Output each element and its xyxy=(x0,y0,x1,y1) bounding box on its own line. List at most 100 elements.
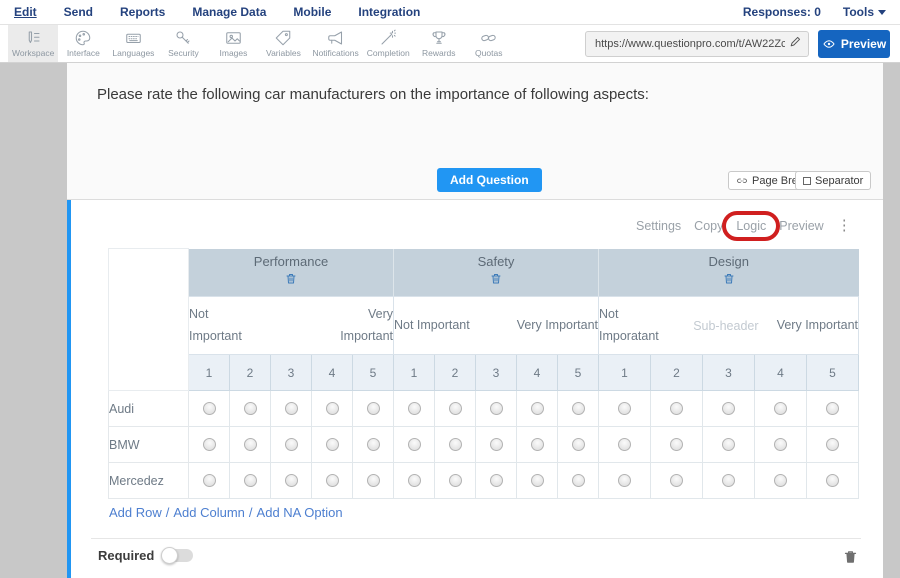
column-group-performance[interactable]: Performance xyxy=(189,249,394,297)
toolbar-item-images[interactable]: Images xyxy=(208,25,258,62)
radio-button[interactable] xyxy=(285,438,298,451)
delete-column-icon[interactable] xyxy=(394,272,598,290)
radio-button[interactable] xyxy=(490,402,503,415)
radio-button[interactable] xyxy=(670,402,683,415)
sub-header-cell[interactable]: Not Important Very Important xyxy=(189,297,394,355)
radio-button[interactable] xyxy=(572,402,585,415)
pencil-icon[interactable] xyxy=(789,35,802,53)
radio-button[interactable] xyxy=(367,402,380,415)
radio-button[interactable] xyxy=(618,438,631,451)
toolbar-item-quotas[interactable]: Quotas xyxy=(464,25,514,62)
scale-value: 1 xyxy=(394,355,435,391)
toolbar-item-completion[interactable]: Completion xyxy=(363,25,414,62)
radio-button[interactable] xyxy=(449,438,462,451)
radio-button[interactable] xyxy=(490,438,503,451)
add-row-link[interactable]: Add Row xyxy=(109,505,162,520)
logic-action[interactable]: Logic xyxy=(736,219,766,233)
radio-button[interactable] xyxy=(572,474,585,487)
radio-button[interactable] xyxy=(244,474,257,487)
copy-action[interactable]: Copy xyxy=(694,219,723,233)
radio-button[interactable] xyxy=(285,402,298,415)
radio-button[interactable] xyxy=(531,438,544,451)
radio-button[interactable] xyxy=(203,402,216,415)
radio-button[interactable] xyxy=(367,438,380,451)
radio-button[interactable] xyxy=(326,474,339,487)
radio-button[interactable] xyxy=(531,474,544,487)
radio-button[interactable] xyxy=(670,474,683,487)
nav-item-mobile[interactable]: Mobile xyxy=(293,5,331,19)
row-label[interactable]: BMW xyxy=(109,427,189,463)
add-column-link[interactable]: Add Column xyxy=(173,505,245,520)
nav-item-edit[interactable]: Edit xyxy=(14,5,37,19)
radio-button[interactable] xyxy=(244,438,257,451)
toolbar-item-workspace[interactable]: Workspace xyxy=(8,25,58,62)
radio-button[interactable] xyxy=(722,402,735,415)
radio-button[interactable] xyxy=(326,438,339,451)
sub-header-cell[interactable]: Not Important Very Important xyxy=(394,297,599,355)
sub-header-cell[interactable]: Not Imporatant Sub-header Very Important xyxy=(599,297,859,355)
radio-button[interactable] xyxy=(722,474,735,487)
tools-menu[interactable]: Tools xyxy=(843,5,886,19)
chevron-down-icon xyxy=(878,10,886,15)
delete-question-icon[interactable] xyxy=(843,548,858,570)
matrix-cell xyxy=(807,463,859,499)
radio-button[interactable] xyxy=(408,474,421,487)
preview-button[interactable]: Preview xyxy=(818,30,890,58)
row-label[interactable]: Audi xyxy=(109,391,189,427)
toolbar-item-rewards[interactable]: Rewards xyxy=(414,25,464,62)
radio-button[interactable] xyxy=(572,438,585,451)
nav-item-send[interactable]: Send xyxy=(64,5,93,19)
toolbar-item-interface[interactable]: Interface xyxy=(58,25,108,62)
delete-column-icon[interactable] xyxy=(189,272,393,290)
radio-button[interactable] xyxy=(722,438,735,451)
radio-button[interactable] xyxy=(774,438,787,451)
question-text[interactable]: Please rate the following car manufactur… xyxy=(97,86,649,103)
radio-button[interactable] xyxy=(244,402,257,415)
radio-button[interactable] xyxy=(449,402,462,415)
delete-column-icon[interactable] xyxy=(599,272,859,290)
separator-button[interactable]: Separator xyxy=(795,171,871,190)
matrix-cell xyxy=(599,463,651,499)
toolbar-item-security[interactable]: Security xyxy=(158,25,208,62)
add-na-option-link[interactable]: Add NA Option xyxy=(257,505,343,520)
toolbar-item-variables[interactable]: Variables xyxy=(258,25,308,62)
column-group-design[interactable]: Design xyxy=(599,249,859,297)
radio-button[interactable] xyxy=(670,438,683,451)
radio-button[interactable] xyxy=(826,402,839,415)
toolbar-item-label: Interface xyxy=(67,48,100,58)
toggle-knob[interactable] xyxy=(161,547,178,564)
toolbar-item-notifications[interactable]: Notifications xyxy=(308,25,362,62)
nav-item-manage-data[interactable]: Manage Data xyxy=(192,5,266,19)
overflow-menu-icon[interactable]: ⋮ xyxy=(837,218,852,233)
radio-button[interactable] xyxy=(531,402,544,415)
radio-button[interactable] xyxy=(367,474,380,487)
radio-button[interactable] xyxy=(774,474,787,487)
radio-button[interactable] xyxy=(408,438,421,451)
radio-button[interactable] xyxy=(618,474,631,487)
add-question-button[interactable]: Add Question xyxy=(437,168,542,192)
radio-button[interactable] xyxy=(774,402,787,415)
column-group-safety[interactable]: Safety xyxy=(394,249,599,297)
radio-button[interactable] xyxy=(285,474,298,487)
required-toggle[interactable] xyxy=(163,549,193,562)
matrix-cell xyxy=(394,427,435,463)
radio-button[interactable] xyxy=(618,402,631,415)
nav-item-integration[interactable]: Integration xyxy=(358,5,420,19)
radio-button[interactable] xyxy=(449,474,462,487)
radio-button[interactable] xyxy=(408,402,421,415)
radio-button[interactable] xyxy=(203,474,216,487)
settings-action[interactable]: Settings xyxy=(636,219,681,233)
radio-button[interactable] xyxy=(490,474,503,487)
survey-url-field[interactable]: https://www.questionpro.com/t/AW22ZcC xyxy=(585,31,809,57)
nav-item-reports[interactable]: Reports xyxy=(120,5,165,19)
matrix-cell xyxy=(517,391,558,427)
row-label[interactable]: Mercedez xyxy=(109,463,189,499)
toolbar-item-languages[interactable]: Languages xyxy=(108,25,158,62)
radio-button[interactable] xyxy=(826,474,839,487)
sub-header-placeholder[interactable]: Sub-header xyxy=(693,319,758,333)
radio-button[interactable] xyxy=(203,438,216,451)
radio-button[interactable] xyxy=(326,402,339,415)
radio-button[interactable] xyxy=(826,438,839,451)
table-row-audi: Audi xyxy=(109,391,859,427)
preview-action[interactable]: Preview xyxy=(779,219,823,233)
